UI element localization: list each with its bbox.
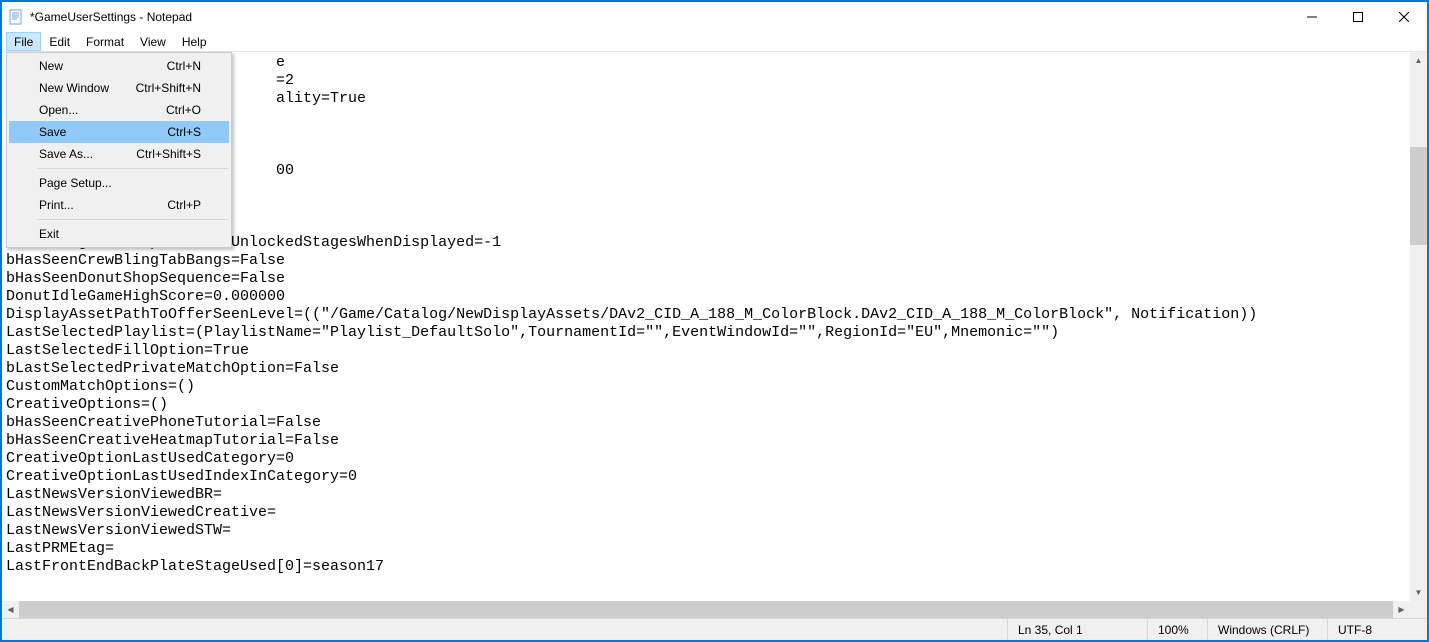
status-spacer [2, 619, 1007, 640]
scroll-right-icon[interactable]: ▶ [1393, 601, 1410, 618]
menu-shortcut: Ctrl+P [167, 198, 201, 212]
maximize-button[interactable] [1335, 2, 1381, 32]
menu-label: Print... [39, 198, 74, 212]
status-eol: Windows (CRLF) [1207, 619, 1327, 640]
menu-format[interactable]: Format [78, 32, 132, 51]
menu-new-window[interactable]: New Window Ctrl+Shift+N [9, 77, 229, 99]
menu-print[interactable]: Print... Ctrl+P [9, 194, 229, 216]
menu-open[interactable]: Open... Ctrl+O [9, 99, 229, 121]
scroll-thumb[interactable] [1410, 147, 1427, 245]
notepad-icon [8, 9, 24, 25]
menu-separator [37, 219, 228, 220]
menu-label: Save As... [39, 147, 93, 161]
close-button[interactable] [1381, 2, 1427, 32]
scroll-left-icon[interactable]: ◀ [2, 601, 19, 618]
menu-page-setup[interactable]: Page Setup... [9, 172, 229, 194]
menu-label: Exit [39, 227, 59, 241]
file-dropdown: New Ctrl+N New Window Ctrl+Shift+N Open.… [6, 52, 232, 248]
menu-exit[interactable]: Exit [9, 223, 229, 245]
menu-view[interactable]: View [132, 32, 174, 51]
menu-label: Save [39, 125, 66, 139]
window-title: *GameUserSettings - Notepad [30, 10, 192, 24]
minimize-button[interactable] [1289, 2, 1335, 32]
vertical-scrollbar[interactable]: ▲ ▼ [1410, 52, 1427, 601]
scroll-track[interactable] [1410, 69, 1427, 584]
scroll-track[interactable] [19, 601, 1393, 618]
menu-label: New [39, 59, 63, 73]
menu-label: Page Setup... [39, 176, 112, 190]
status-zoom: 100% [1147, 619, 1207, 640]
menu-label: New Window [39, 81, 109, 95]
scroll-down-icon[interactable]: ▼ [1410, 584, 1427, 601]
menu-separator [37, 168, 228, 169]
menu-label: Open... [39, 103, 78, 117]
menu-edit[interactable]: Edit [41, 32, 78, 51]
menu-help[interactable]: Help [174, 32, 215, 51]
menu-file[interactable]: File [6, 32, 41, 51]
menubar: File Edit Format View Help [2, 32, 1427, 52]
statusbar: Ln 35, Col 1 100% Windows (CRLF) UTF-8 [2, 618, 1427, 640]
window-controls [1289, 2, 1427, 32]
scroll-corner [1410, 601, 1427, 618]
status-position: Ln 35, Col 1 [1007, 619, 1147, 640]
menu-shortcut: Ctrl+Shift+S [136, 147, 201, 161]
menu-save[interactable]: Save Ctrl+S [9, 121, 229, 143]
scroll-up-icon[interactable]: ▲ [1410, 52, 1427, 69]
menu-shortcut: Ctrl+N [167, 59, 201, 73]
menu-shortcut: Ctrl+S [167, 125, 201, 139]
scroll-thumb[interactable] [19, 601, 1393, 618]
horizontal-scrollbar[interactable]: ◀ ▶ [2, 601, 1410, 618]
titlebar: *GameUserSettings - Notepad [2, 2, 1427, 32]
status-encoding: UTF-8 [1327, 619, 1427, 640]
menu-new[interactable]: New Ctrl+N [9, 55, 229, 77]
menu-save-as[interactable]: Save As... Ctrl+Shift+S [9, 143, 229, 165]
menu-shortcut: Ctrl+Shift+N [136, 81, 201, 95]
menu-shortcut: Ctrl+O [166, 103, 201, 117]
